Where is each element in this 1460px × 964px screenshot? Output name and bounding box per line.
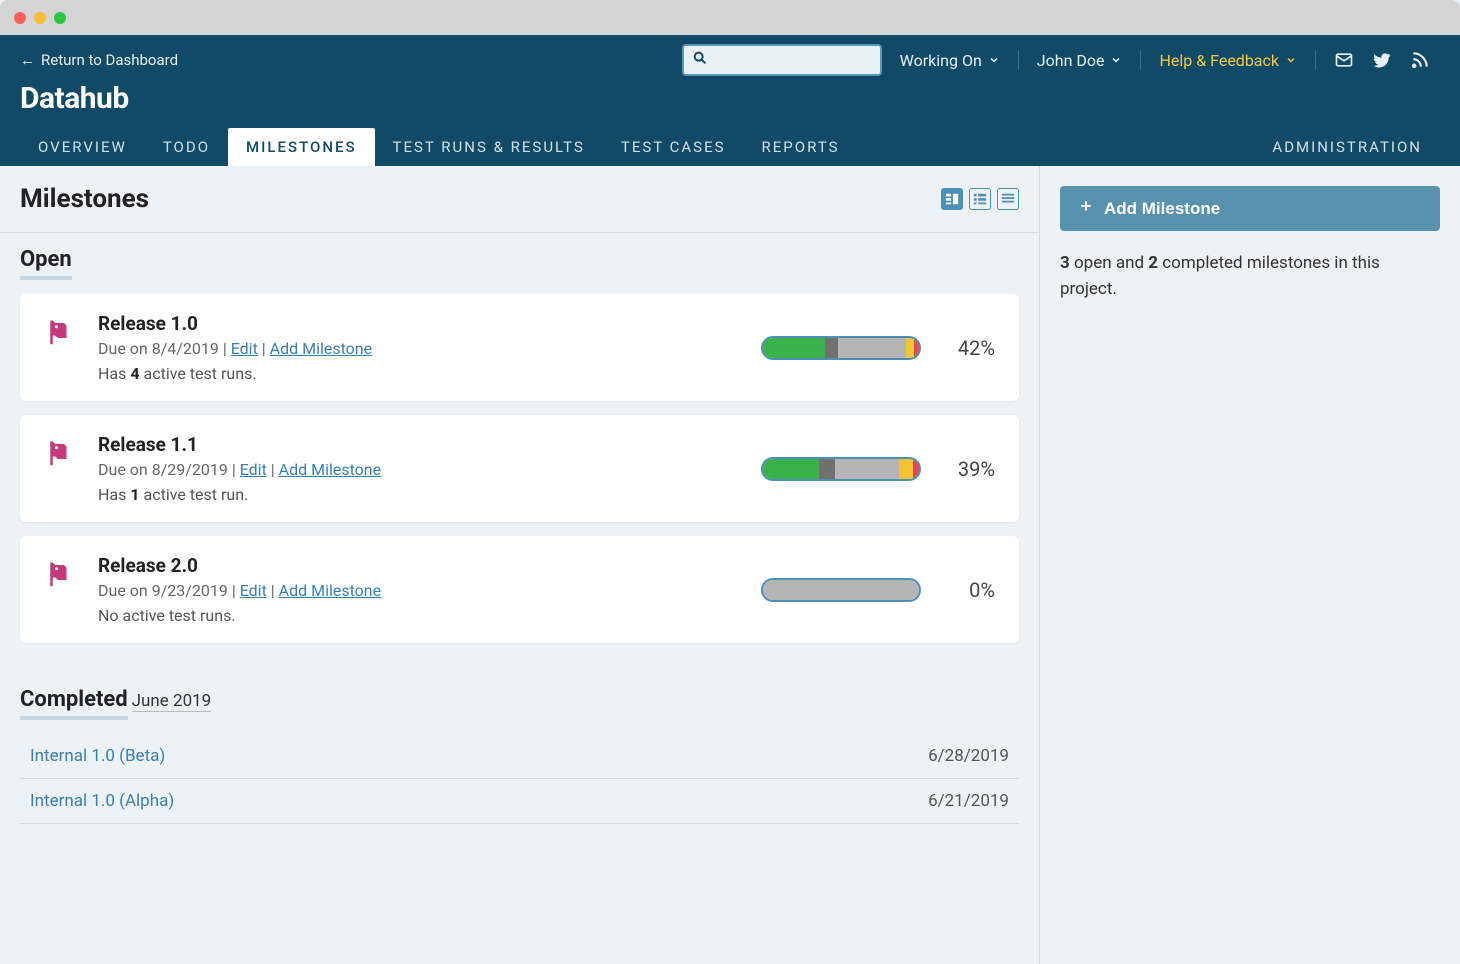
close-window-dot[interactable] (14, 12, 26, 24)
tab-overview[interactable]: OVERVIEW (20, 128, 145, 166)
summary-completed-count: 2 (1148, 253, 1158, 273)
flag-icon (44, 318, 74, 383)
add-sub-milestone-link[interactable]: Add Milestone (279, 460, 381, 479)
tab-administration[interactable]: ADMINISTRATION (1254, 128, 1440, 166)
return-to-dashboard-link[interactable]: ← Return to Dashboard (20, 51, 178, 69)
search-input-wrapper[interactable] (682, 44, 882, 76)
progress-seg-red (914, 338, 919, 358)
rss-icon[interactable] (1410, 50, 1430, 70)
help-label: Help & Feedback (1159, 51, 1279, 70)
summary-mid: open and (1070, 253, 1149, 273)
progress-seg-gray (835, 459, 899, 479)
completed-milestone-link[interactable]: Internal 1.0 (Alpha) (30, 791, 174, 811)
progress-bar (761, 578, 921, 602)
completed-month-label: June 2019 (132, 691, 212, 712)
milestone-runs: Has 1 active test run. (98, 485, 731, 504)
help-feedback-dropdown[interactable]: Help & Feedback (1159, 51, 1297, 70)
milestone-name[interactable]: Release 1.0 (98, 312, 731, 335)
milestone-progress-wrapper: 0% (755, 554, 995, 625)
progress-bar (761, 336, 921, 360)
milestone-card: Release 1.0 Due on 8/4/2019 | Edit | Add … (20, 294, 1019, 401)
working-on-dropdown[interactable]: Working On (900, 51, 1000, 70)
progress-pct: 42% (945, 336, 995, 360)
tab-milestones[interactable]: MILESTONES (228, 128, 375, 166)
edit-link[interactable]: Edit (240, 581, 267, 600)
milestone-name[interactable]: Release 2.0 (98, 554, 731, 577)
summary-open-count: 3 (1060, 253, 1070, 273)
progress-pct: 0% (945, 578, 995, 602)
progress-seg-red (913, 459, 919, 479)
divider (1315, 50, 1316, 70)
progress-seg-green (763, 459, 819, 479)
milestone-meta: Due on 8/4/2019 | Edit | Add Milestone (98, 339, 731, 358)
progress-seg-gray (763, 580, 919, 600)
plus-icon (1078, 198, 1094, 219)
arrow-left-icon: ← (20, 51, 35, 69)
divider (1018, 50, 1019, 70)
milestone-meta: Due on 8/29/2019 | Edit | Add Milestone (98, 460, 731, 479)
minimize-window-dot[interactable] (34, 12, 46, 24)
completed-milestone-link[interactable]: Internal 1.0 (Beta) (30, 746, 165, 766)
progress-seg-yellow (906, 338, 914, 358)
progress-pct: 39% (945, 457, 995, 481)
mail-icon[interactable] (1334, 50, 1354, 70)
tab-reports[interactable]: REPORTS (744, 128, 858, 166)
maximize-window-dot[interactable] (54, 12, 66, 24)
app-title: Datahub (0, 75, 1460, 126)
twitter-icon[interactable] (1372, 50, 1392, 70)
completed-row: Internal 1.0 (Alpha) 6/21/2019 (20, 779, 1019, 824)
milestone-name[interactable]: Release 1.1 (98, 433, 731, 456)
progress-seg-green (763, 338, 825, 358)
milestone-body: Release 2.0 Due on 9/23/2019 | Edit | Add… (98, 554, 731, 625)
completed-date: 6/21/2019 (928, 791, 1009, 811)
milestone-card: Release 1.1 Due on 8/29/2019 | Edit | Add… (20, 415, 1019, 522)
flag-icon (44, 560, 74, 625)
divider (1140, 50, 1141, 70)
section-open-title: Open (20, 247, 72, 280)
user-label: John Doe (1037, 51, 1105, 70)
working-on-label: Working On (900, 51, 982, 70)
return-link-label: Return to Dashboard (41, 51, 178, 69)
milestone-progress-wrapper: 39% (755, 433, 995, 504)
progress-seg-gray (838, 338, 907, 358)
progress-bar (761, 457, 921, 481)
nav-tabs: OVERVIEW TODO MILESTONES TEST RUNS & RES… (0, 126, 1460, 166)
milestone-meta: Due on 9/23/2019 | Edit | Add Milestone (98, 581, 731, 600)
section-completed-title: Completed (20, 687, 128, 720)
edit-link[interactable]: Edit (231, 339, 258, 358)
chevron-down-icon (1285, 51, 1297, 70)
completed-date: 6/28/2019 (928, 746, 1009, 766)
milestone-progress-wrapper: 42% (755, 312, 995, 383)
milestone-runs: Has 4 active test runs. (98, 364, 731, 383)
view-toggle-compact[interactable] (997, 188, 1019, 210)
milestone-body: Release 1.1 Due on 8/29/2019 | Edit | Add… (98, 433, 731, 504)
add-sub-milestone-link[interactable]: Add Milestone (270, 339, 372, 358)
milestone-body: Release 1.0 Due on 8/4/2019 | Edit | Add … (98, 312, 731, 383)
chevron-down-icon (988, 51, 1000, 70)
view-toggle-medium[interactable] (969, 188, 991, 210)
page-title: Milestones (20, 184, 149, 214)
progress-seg-dark (825, 338, 837, 358)
milestone-card: Release 2.0 Due on 9/23/2019 | Edit | Add… (20, 536, 1019, 643)
milestone-runs: No active test runs. (98, 606, 731, 625)
window-titlebar (0, 0, 1460, 35)
search-icon (692, 50, 708, 70)
completed-row: Internal 1.0 (Beta) 6/28/2019 (20, 734, 1019, 779)
sidebar-summary: 3 open and 2 completed milestones in thi… (1060, 251, 1440, 302)
edit-link[interactable]: Edit (240, 460, 267, 479)
view-toggle-detail[interactable] (941, 188, 963, 210)
add-sub-milestone-link[interactable]: Add Milestone (279, 581, 381, 600)
tab-test-cases[interactable]: TEST CASES (603, 128, 744, 166)
tab-test-runs[interactable]: TEST RUNS & RESULTS (375, 128, 603, 166)
add-milestone-button[interactable]: Add Milestone (1060, 186, 1440, 231)
add-milestone-label: Add Milestone (1104, 199, 1220, 219)
user-dropdown[interactable]: John Doe (1037, 51, 1123, 70)
chevron-down-icon (1110, 51, 1122, 70)
app-header: ← Return to Dashboard Working On John Do… (0, 35, 1460, 166)
tab-todo[interactable]: TODO (145, 128, 228, 166)
progress-seg-dark (819, 459, 835, 479)
progress-seg-yellow (899, 459, 913, 479)
flag-icon (44, 439, 74, 504)
